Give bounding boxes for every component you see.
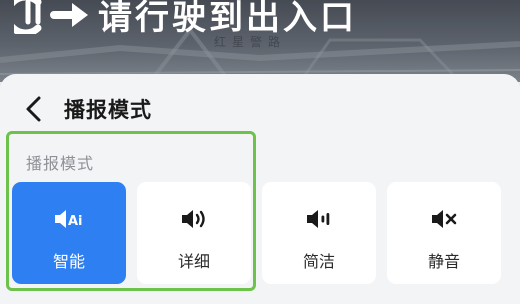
speaker-low-icon xyxy=(307,210,330,228)
speaker-mute-icon xyxy=(432,210,457,228)
road-name: 红星警路 xyxy=(214,35,287,49)
mode-option-detailed[interactable]: 详细 xyxy=(137,182,251,284)
broadcast-mode-sheet: 播报模式 播报模式 Ai 智能 详细 简洁 静音 xyxy=(0,74,520,304)
section-label: 播报模式 xyxy=(26,154,95,173)
speaker-ai-icon: Ai xyxy=(55,210,83,229)
exit-direction-icon xyxy=(14,0,88,34)
mode-label-concise: 简洁 xyxy=(302,252,335,271)
mode-label-smart: 智能 xyxy=(52,252,85,271)
mode-label-mute: 静音 xyxy=(427,252,460,271)
speaker-loud-icon xyxy=(182,210,205,228)
back-button[interactable] xyxy=(18,92,52,126)
svg-text:Ai: Ai xyxy=(68,214,83,229)
page-title: 播报模式 xyxy=(64,98,152,122)
mode-option-mute[interactable]: 静音 xyxy=(387,182,501,284)
navigation-banner: 请行驶到出入口 红星警路 xyxy=(0,0,520,82)
mode-option-smart[interactable]: Ai 智能 xyxy=(12,182,126,284)
mode-option-concise[interactable]: 简洁 xyxy=(262,182,376,284)
mode-label-detailed: 详细 xyxy=(177,252,210,271)
